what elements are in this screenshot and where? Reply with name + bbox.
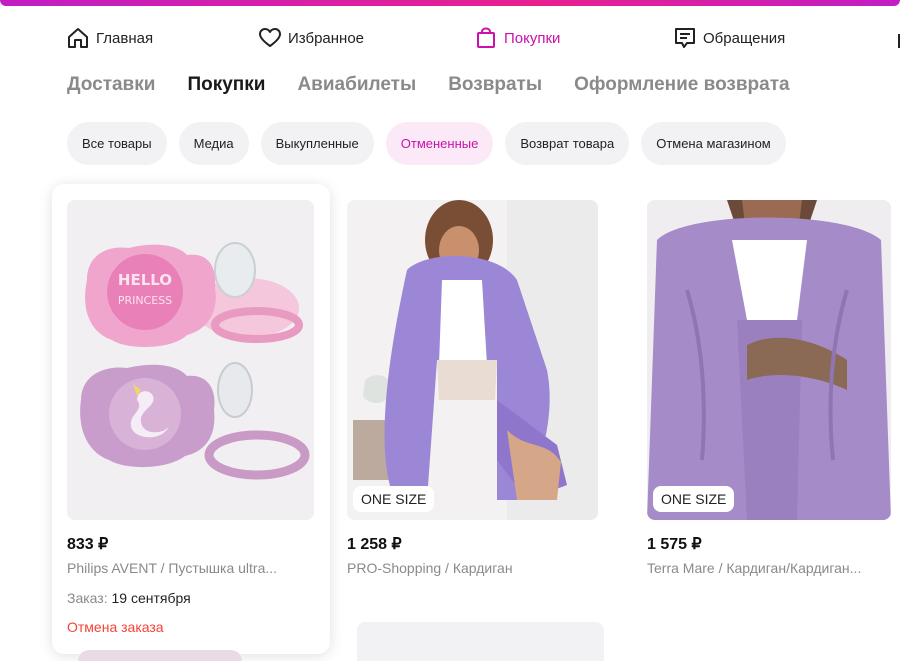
product-photo[interactable]: HELLO PRINCESS [67, 200, 314, 520]
tab-returns[interactable]: Возвраты [448, 74, 542, 96]
chip-media[interactable]: Медиа [178, 122, 249, 165]
size-badge: ONE SIZE [353, 486, 435, 512]
nav-favorites-label: Избранное [288, 29, 365, 47]
tab-return-request[interactable]: Оформление возврата [574, 74, 790, 96]
heart-icon [258, 26, 282, 50]
chip-store-cancelled[interactable]: Отмена магазином [641, 122, 786, 165]
tab-deliveries[interactable]: Доставки [67, 74, 155, 96]
chat-icon [673, 26, 697, 50]
nav-appeals-label: Обращения [703, 29, 786, 47]
home-icon [66, 26, 90, 50]
nav-appeals[interactable]: Обращения [673, 24, 785, 52]
next-row-preview [357, 622, 604, 661]
tab-purchases[interactable]: Покупки [187, 74, 265, 96]
chip-bought-out[interactable]: Выкупленные [260, 122, 374, 165]
size-badge: ONE SIZE [653, 486, 735, 512]
chip-cancelled[interactable]: Отмененные [385, 122, 494, 165]
pacifier-print: HELLO [118, 271, 172, 289]
product-grid: HELLO PRINCESS 833 ₽ Philips AVENT / Пус… [52, 184, 900, 661]
product-price: 1 258 ₽ [347, 536, 402, 553]
shopping-bag-icon [474, 26, 498, 50]
top-navigation: Главная Избранное Покупки Обращения [66, 24, 900, 52]
product-price: 833 ₽ [67, 536, 109, 553]
nav-purchases-label: Покупки [504, 29, 561, 47]
chip-returned[interactable]: Возврат товара [505, 122, 630, 165]
product-photo[interactable]: ONE SIZE [347, 200, 598, 520]
product-photo[interactable]: ONE SIZE [647, 200, 891, 520]
product-title[interactable]: Terra Mare / Кардиган/Кардиган... [647, 560, 887, 576]
tab-air-tickets[interactable]: Авиабилеты [297, 74, 416, 96]
order-date-line: Заказ: 19 сентября [67, 590, 191, 606]
nav-purchases[interactable]: Покупки [474, 24, 560, 52]
order-status: Отмена заказа [67, 619, 164, 635]
nav-favorites[interactable]: Избранное [258, 24, 364, 52]
product-title[interactable]: Philips AVENT / Пустышка ultra... [67, 560, 307, 576]
order-label: Заказ: [67, 590, 108, 606]
order-date: 19 сентября [111, 590, 191, 606]
top-accent-bar [0, 0, 900, 6]
product-price: 1 575 ₽ [647, 536, 702, 553]
filter-chips: Все товары Медиа Выкупленные Отмененные … [67, 122, 786, 165]
product-card[interactable]: HELLO PRINCESS 833 ₽ Philips AVENT / Пус… [52, 184, 330, 654]
section-tabs: Доставки Покупки Авиабилеты Возвраты Офо… [67, 74, 790, 96]
product-title[interactable]: PRO-Shopping / Кардиган [347, 560, 587, 576]
nav-home-label: Главная [96, 29, 154, 47]
chip-all-items[interactable]: Все товары [67, 122, 167, 165]
next-row-preview [78, 650, 242, 661]
nav-home[interactable]: Главная [66, 24, 153, 52]
pacifier-print-2: PRINCESS [118, 294, 172, 307]
